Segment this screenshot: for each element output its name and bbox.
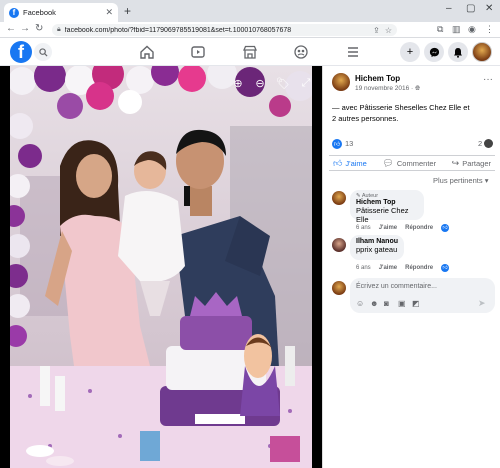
- camera-icon[interactable]: ◙: [384, 299, 389, 308]
- poster-avatar[interactable]: [332, 73, 350, 91]
- share-label: Partager: [462, 158, 491, 168]
- commenter-name[interactable]: Hichem Top: [356, 199, 418, 206]
- url-text: facebook.com/photo/?fbid=117906978551908…: [64, 26, 292, 34]
- comment-input[interactable]: Écrivez un commentaire... ☺ ☻ ◙ ▣ ◩ ➤: [350, 278, 495, 313]
- post-caption: — avec Pâtisserie Sheselles Chez Elle et…: [332, 102, 492, 124]
- share-page-icon[interactable]: ⇪: [373, 26, 380, 35]
- photo-viewer[interactable]: ⊕ ⊖ 🏷︎ ⤢: [0, 66, 322, 468]
- share-button[interactable]: ↪ Partager: [448, 158, 495, 169]
- send-icon[interactable]: ➤: [478, 298, 486, 309]
- messenger-button[interactable]: [424, 42, 444, 62]
- forward-icon[interactable]: →: [20, 23, 30, 34]
- browser-menu-icon[interactable]: ⋮: [485, 24, 494, 35]
- browser-tab[interactable]: f Facebook ✕: [4, 3, 118, 22]
- comment-age[interactable]: 6 ans: [356, 225, 371, 231]
- comment-text: Pâtisserie Chez Elle: [356, 206, 409, 224]
- browser-tab-bar: f Facebook ✕ + – ▢ ✕: [0, 0, 500, 22]
- comment-age[interactable]: 6 ans: [356, 265, 371, 271]
- thumbs-up-icon: 👍︎: [333, 157, 343, 168]
- zoom-in-icon[interactable]: ⊕: [229, 74, 247, 92]
- comment-text: pprix gateau: [356, 245, 398, 254]
- comment-meta: 6 ans J'aime Répondre 👍︎: [356, 224, 450, 232]
- address-toolbar: ← → ↻ 🔒︎ facebook.com/photo/?fbid=117906…: [0, 22, 500, 38]
- post-caption-line-1: — avec Pâtisserie Sheselles Chez Elle et: [332, 103, 470, 112]
- facebook-favicon-icon: f: [9, 7, 19, 18]
- gif-icon[interactable]: ▣: [398, 299, 406, 308]
- notifications-button[interactable]: [448, 42, 468, 62]
- account-avatar[interactable]: [472, 42, 492, 62]
- groups-icon[interactable]: [293, 44, 309, 60]
- comment-meta: 6 ans J'aime Répondre 👍︎: [356, 264, 450, 272]
- comment-input-placeholder: Écrivez un commentaire...: [356, 283, 437, 290]
- bookmark-star-icon[interactable]: ☆: [385, 26, 392, 35]
- comment-bubble: ✎ Auteur Hichem Top Pâtisserie Chez Elle: [350, 190, 424, 224]
- maximize-icon[interactable]: ▢: [466, 3, 475, 14]
- search-button[interactable]: [34, 43, 52, 61]
- sticker-icon[interactable]: ◩: [412, 299, 420, 308]
- window-close-icon[interactable]: ✕: [485, 3, 493, 14]
- minimize-icon[interactable]: –: [446, 3, 452, 14]
- post-caption-line-2: 2 autres personnes.: [332, 114, 399, 123]
- comment-bubble: Ilham Nanou pprix gateau: [350, 235, 404, 260]
- facebook-header: f +: [0, 38, 500, 66]
- messenger-icon: [429, 47, 439, 57]
- fullscreen-icon[interactable]: ⤢: [297, 74, 315, 92]
- facebook-logo-icon[interactable]: f: [10, 41, 32, 63]
- comment-reply-link[interactable]: Répondre: [405, 265, 433, 271]
- create-button[interactable]: +: [400, 42, 420, 62]
- new-tab-icon[interactable]: +: [124, 4, 131, 18]
- tab-close-icon[interactable]: ✕: [105, 7, 113, 18]
- commenter-avatar[interactable]: [332, 191, 346, 205]
- comment-like-icon: 👍︎: [441, 264, 450, 272]
- marketplace-icon[interactable]: [242, 44, 258, 60]
- comment-sort-dropdown[interactable]: Plus pertinents ▾: [433, 176, 488, 185]
- like-label: J'aime: [345, 158, 367, 168]
- share-count[interactable]: 2: [478, 139, 482, 148]
- post-date[interactable]: 19 novembre 2016 · 🌐︎: [355, 85, 420, 93]
- url-bar[interactable]: 🔒︎ facebook.com/photo/?fbid=117906978551…: [52, 24, 397, 36]
- poster-name[interactable]: Hichem Top: [355, 74, 400, 83]
- avatar-sticker-icon[interactable]: ☺: [356, 299, 364, 308]
- back-icon[interactable]: ←: [6, 23, 16, 34]
- reaction-count[interactable]: 13: [345, 139, 353, 148]
- tag-icon[interactable]: 🏷︎: [274, 74, 292, 92]
- more-options-icon[interactable]: ···: [483, 74, 493, 85]
- comment-like-link[interactable]: J'aime: [379, 265, 397, 271]
- comment-button[interactable]: 💬︎ Commenter: [378, 158, 440, 169]
- search-icon: [38, 47, 48, 57]
- comment-like-link[interactable]: J'aime: [379, 225, 397, 231]
- like-button[interactable]: 👍︎ J'aime: [329, 158, 371, 169]
- bell-icon: [454, 47, 462, 58]
- sidepanel-icon[interactable]: ▥: [452, 24, 461, 35]
- post-actions: 👍︎ J'aime 💬︎ Commenter ↪ Partager: [329, 155, 495, 171]
- party-photo: [0, 66, 322, 468]
- comment-icon: 💬︎: [382, 157, 394, 168]
- home-icon[interactable]: [139, 44, 155, 60]
- share-icon: [484, 139, 493, 148]
- profile-icon[interactable]: ◉: [468, 24, 476, 35]
- zoom-out-icon[interactable]: ⊖: [251, 74, 269, 92]
- extensions-icon[interactable]: ⧉: [437, 24, 443, 35]
- commenter-avatar[interactable]: [332, 238, 346, 252]
- lock-icon: 🔒︎: [57, 26, 61, 33]
- share-arrow-icon: ↪: [451, 157, 460, 168]
- reload-icon[interactable]: ↻: [35, 23, 43, 34]
- like-reaction-icon: 👍︎: [332, 139, 342, 149]
- commenter-name[interactable]: Ilham Nanou: [356, 238, 398, 245]
- globe-icon: 🌐︎: [414, 85, 421, 92]
- comment-reply-link[interactable]: Répondre: [405, 225, 433, 231]
- plus-icon: +: [406, 46, 414, 58]
- watch-icon[interactable]: [190, 44, 206, 60]
- emoji-icon[interactable]: ☻: [370, 299, 378, 308]
- composer-avatar: [332, 281, 346, 295]
- menu-icon[interactable]: [345, 44, 361, 60]
- post-date-text: 19 novembre 2016 ·: [355, 85, 415, 92]
- post-details-panel: Hichem Top 19 novembre 2016 · 🌐︎ ··· — a…: [322, 66, 500, 468]
- tab-title: Facebook: [23, 8, 56, 17]
- comment-label: Commenter: [396, 158, 437, 168]
- comment-like-icon: 👍︎: [441, 224, 450, 232]
